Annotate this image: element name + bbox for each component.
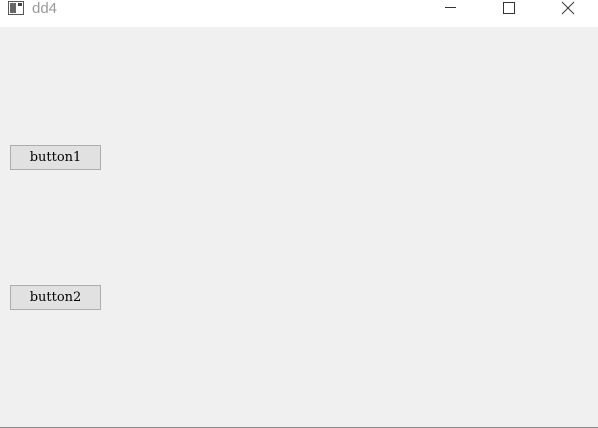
close-icon: [561, 1, 575, 15]
maximize-button[interactable]: [486, 0, 532, 18]
minimize-icon: [445, 7, 456, 8]
application-window: dd4 button1 button2: [0, 0, 598, 428]
button1[interactable]: button1: [10, 145, 101, 170]
button2[interactable]: button2: [10, 285, 101, 310]
minimize-button[interactable]: [428, 0, 474, 18]
app-window-icon[interactable]: [8, 1, 24, 15]
window-title: dd4: [32, 0, 58, 17]
title-bar[interactable]: dd4: [0, 0, 598, 27]
maximize-icon: [503, 2, 515, 14]
close-button[interactable]: [545, 0, 591, 18]
client-area: button1 button2: [0, 27, 598, 427]
